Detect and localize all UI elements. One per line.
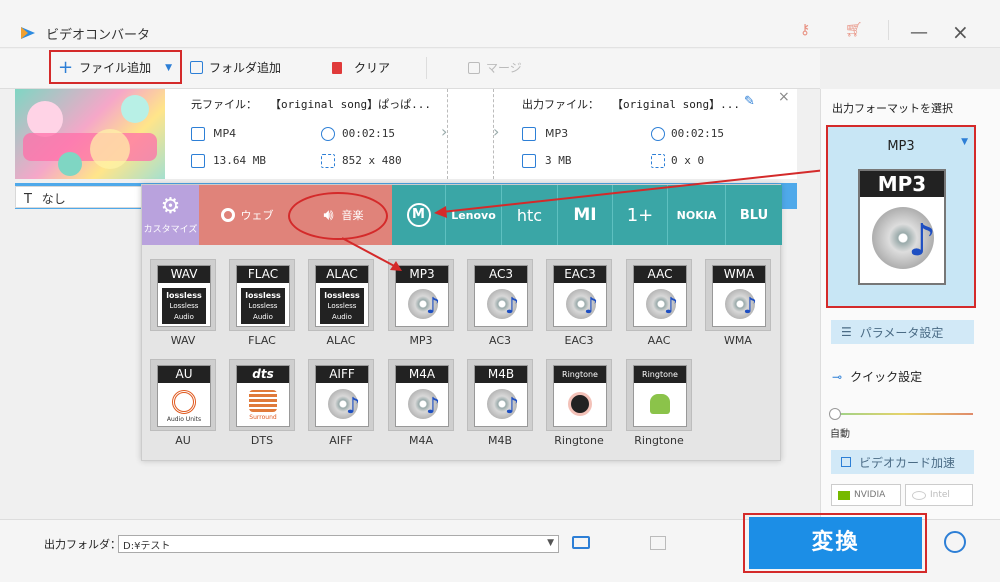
chip-icon	[841, 457, 851, 467]
dropdown-icon[interactable]: ▼	[961, 137, 968, 147]
output-format-selector[interactable]: MP3 ▼ MP3 ♪	[826, 125, 976, 308]
dropdown-icon[interactable]: ▼	[547, 538, 554, 548]
mp3-format-icon: MP3 ♪	[858, 169, 946, 285]
gpu-acceleration-label: ビデオカード加速	[859, 455, 956, 470]
music-note-icon: ♪	[908, 215, 937, 266]
intel-icon	[912, 490, 926, 500]
merge-output-icon[interactable]	[650, 536, 666, 550]
output-folder-value: D:¥テスト	[123, 541, 171, 552]
alarm-clock-icon[interactable]	[944, 531, 966, 553]
quality-slider[interactable]	[833, 413, 973, 415]
output-folder-input[interactable]: D:¥テスト ▼	[118, 535, 559, 553]
quick-settings-label: クイック設定	[850, 370, 923, 384]
quality-slider-handle[interactable]	[829, 408, 841, 420]
gpu-acceleration-button[interactable]: ビデオカード加速	[831, 450, 974, 474]
auto-label: 自動	[830, 429, 850, 440]
intel-label: Intel	[930, 490, 950, 500]
output-folder-label: 出力フォルダ：	[44, 538, 121, 551]
convert-highlight	[743, 513, 927, 573]
intel-toggle[interactable]: Intel	[905, 484, 973, 506]
quick-settings-icon: ⊸	[832, 369, 843, 384]
output-format-label: 出力フォーマットを選択	[832, 102, 953, 115]
quick-settings: ⊸ クイック設定	[832, 368, 922, 385]
parameter-settings-button[interactable]: ☰ パラメータ設定	[831, 320, 974, 344]
nvidia-icon	[838, 490, 850, 500]
sliders-icon: ☰	[841, 325, 852, 339]
parameter-settings-label: パラメータ設定	[859, 325, 944, 340]
nvidia-label: NVIDIA	[854, 490, 886, 500]
big-icon-head: MP3	[860, 171, 944, 197]
nvidia-toggle[interactable]: NVIDIA	[831, 484, 901, 506]
open-folder-icon[interactable]	[572, 536, 590, 549]
selected-format-name: MP3	[887, 139, 915, 154]
